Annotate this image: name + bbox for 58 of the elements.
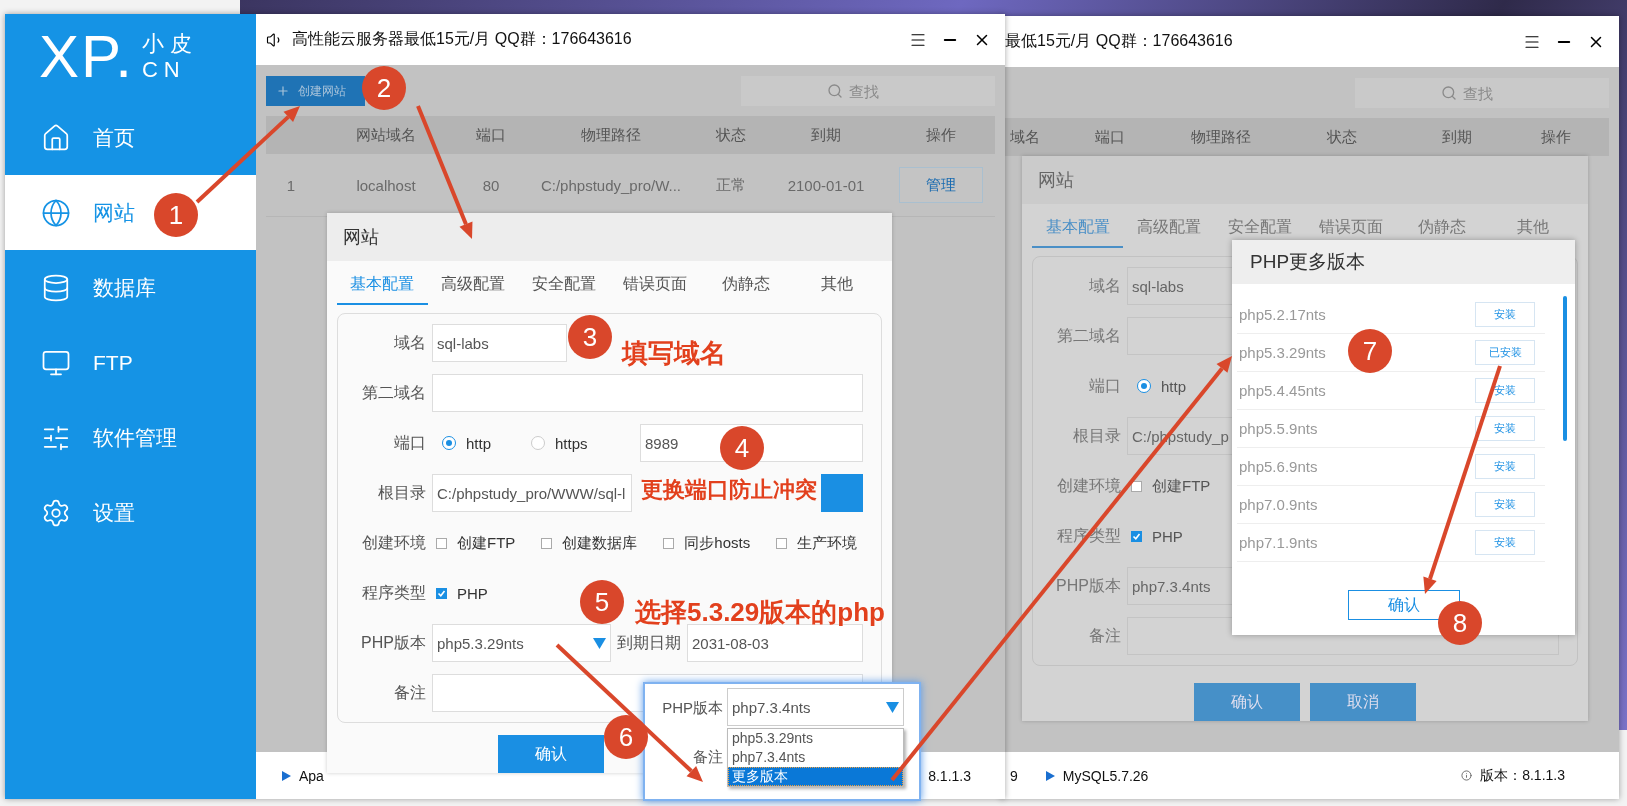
dialog-title: 网站	[327, 213, 892, 261]
field-label: 程序类型	[361, 582, 426, 603]
field-label: 端口	[393, 432, 426, 453]
status-text: 9	[1010, 767, 1018, 784]
column-header: 域名	[1009, 127, 1041, 147]
field-label: 域名	[1088, 275, 1121, 296]
status-text: MySQL5.7.26	[1062, 767, 1149, 784]
version-label: php5.6.9nts	[1238, 458, 1318, 475]
column-header: 状态	[1326, 127, 1358, 147]
status-text: 8.1.1.3	[928, 767, 971, 784]
version-label: php7.0.9nts	[1238, 496, 1318, 513]
column-header: 端口	[475, 125, 507, 145]
table-cell-text: localhost	[355, 176, 417, 194]
logo-mark: XP.	[39, 27, 134, 87]
field-label: 创建环境	[1056, 475, 1121, 496]
annotation-text: 更换端口防止冲突	[641, 476, 817, 504]
column-header: 操作	[925, 125, 957, 145]
dialog-title: 网站	[1022, 156, 1588, 204]
field-label: 第二域名	[361, 382, 426, 403]
field-label: 域名	[393, 332, 426, 353]
version-label: php5.5.9nts	[1238, 420, 1318, 437]
field-label: 根目录	[377, 482, 426, 503]
window-title: 最低15元/月 QQ群：176643616	[1005, 31, 1234, 51]
dialog-title: PHP更多版本	[1232, 240, 1575, 284]
field-label: 端口	[1088, 375, 1121, 396]
logo-text: 小皮	[142, 31, 198, 56]
field-label: PHP版本	[360, 632, 426, 653]
field-label: PHP版本	[1055, 575, 1121, 596]
field-label: 根目录	[1072, 425, 1121, 446]
column-header: 到期	[810, 125, 842, 145]
field-label: 到期日期	[617, 632, 681, 653]
table-cell-text: 2100-01-01	[786, 176, 866, 194]
field-label: 创建环境	[361, 532, 426, 553]
column-header: 物理路径	[1190, 127, 1252, 147]
row-number: 1	[285, 176, 297, 194]
table-cell-text: 正常	[715, 175, 747, 195]
window-title: 高性能云服务器最低15元/月 QQ群：176643616	[292, 29, 633, 49]
version-label: php7.1.9nts	[1238, 534, 1318, 551]
field-label: 备注	[393, 682, 426, 703]
column-header: 状态	[715, 125, 747, 145]
table-cell-text: 80	[481, 176, 501, 194]
annotation-text: 填写域名	[622, 336, 726, 370]
column-header: 到期	[1441, 127, 1473, 147]
status-text: Apa	[299, 767, 324, 784]
version-label: php5.4.45nts	[1238, 382, 1326, 399]
field-label: 备注	[1088, 625, 1121, 646]
status-text: 版本：8.1.1.3	[1480, 766, 1565, 785]
version-label: php5.3.29nts	[1238, 344, 1326, 361]
table-cell-text: C:/phpstudy_pro/W...	[539, 176, 683, 194]
field-label: 第二域名	[1056, 325, 1121, 346]
field-label: 备注	[693, 748, 723, 767]
column-header: 网站域名	[355, 125, 417, 145]
version-label: php5.2.17nts	[1238, 306, 1326, 323]
column-header: 物理路径	[580, 125, 642, 145]
logo-text: CN	[142, 58, 187, 83]
column-header: 端口	[1094, 127, 1126, 147]
column-header: 操作	[1540, 127, 1572, 147]
field-label: PHP版本	[662, 698, 723, 718]
